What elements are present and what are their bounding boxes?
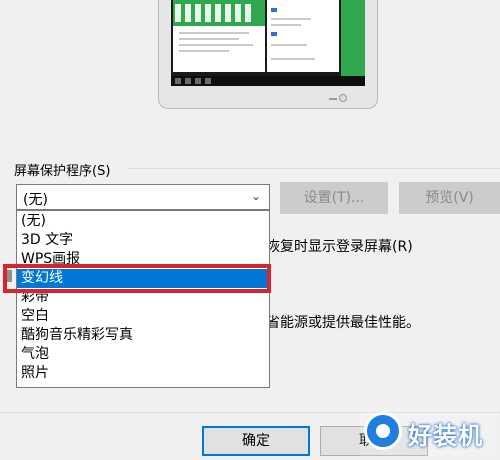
screen-saver-group-label: 屏幕保护程序(S) xyxy=(14,164,111,179)
group-divider xyxy=(128,168,500,169)
screen-saver-select[interactable]: (无) ⌄ xyxy=(16,184,270,210)
power-button-icon xyxy=(339,94,347,102)
watermark-icon xyxy=(364,412,402,450)
screen-saver-select-value: (无) xyxy=(23,192,48,208)
preview-window-right xyxy=(267,0,339,72)
power-settings-text: 省能源或提供最佳性能。 xyxy=(266,315,420,331)
watermark-logo: 好装机 xyxy=(360,408,498,456)
list-item[interactable]: 酷狗音乐精彩写真 xyxy=(17,326,269,345)
list-item[interactable]: 彩带 xyxy=(17,288,269,307)
hidden-control-edge xyxy=(4,270,12,282)
screen-saver-dropdown-list[interactable]: (无) 3D 文字 WPS画报 变幻线 彩带 空白 酷狗音乐精彩写真 气泡 照片 xyxy=(16,210,270,388)
ok-button[interactable]: 确定 xyxy=(202,426,310,456)
resume-login-checkbox-label[interactable]: 恢复时显示登录屏幕(R) xyxy=(266,236,413,256)
settings-button[interactable]: 设置(T)... xyxy=(280,182,388,214)
chevron-down-icon[interactable]: ⌄ xyxy=(251,189,261,203)
list-item-selected[interactable]: 变幻线 xyxy=(17,269,269,288)
list-item[interactable]: 3D 文字 xyxy=(17,231,269,250)
list-item[interactable]: (无) xyxy=(17,212,269,231)
list-item[interactable]: 气泡 xyxy=(17,345,269,364)
list-item[interactable]: WPS画报 xyxy=(17,250,269,269)
screen-saver-preview-monitor xyxy=(158,0,378,109)
watermark-text: 好装机 xyxy=(408,422,483,450)
preview-taskbar xyxy=(171,76,365,86)
list-item[interactable]: 照片 xyxy=(17,364,269,383)
preview-button[interactable]: 预览(V) xyxy=(399,182,500,214)
preview-window-left xyxy=(173,0,265,72)
preview-screen xyxy=(171,0,365,86)
list-item[interactable]: 空白 xyxy=(17,307,269,326)
